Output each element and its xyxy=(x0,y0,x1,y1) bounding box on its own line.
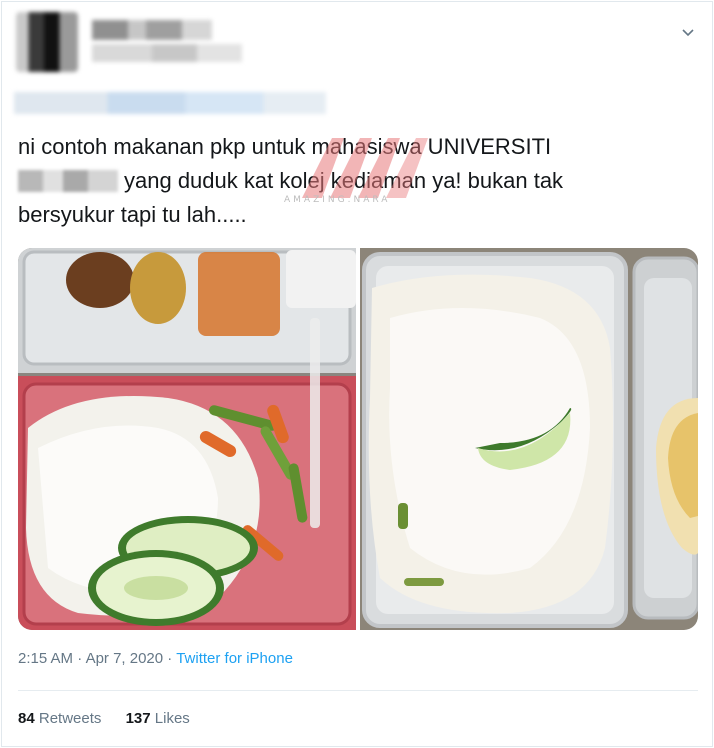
likes-count: 137 xyxy=(125,710,151,727)
tweet-text-line-1: ni contoh makanan pkp untuk mahasiswa UN… xyxy=(18,134,552,159)
watermark-text: AMAZING.NARA xyxy=(284,195,391,205)
tweet-text-line-2: yang duduk kat kolej kediaman ya! bukan … xyxy=(18,164,698,198)
food-tray-image xyxy=(18,248,356,630)
meta-separator: · xyxy=(77,650,83,667)
retweets-stat[interactable]: 84 Retweets xyxy=(18,710,101,727)
avatar[interactable] xyxy=(16,12,78,72)
tweet-time[interactable]: 2:15 AM xyxy=(18,650,73,667)
redacted-university-name xyxy=(18,170,118,192)
tweet-text-line-2-text: yang duduk kat kolej kediaman ya! bukan … xyxy=(124,168,564,193)
tweet-date[interactable]: Apr 7, 2020 xyxy=(86,650,164,667)
photo-right-rice-container[interactable] xyxy=(360,248,698,630)
tweet-source-link[interactable]: Twitter for iPhone xyxy=(176,650,293,667)
photo-left-food-tray[interactable] xyxy=(18,248,356,630)
tweet-meta: 2:15 AM · Apr 7, 2020 · Twitter for iPho… xyxy=(18,650,293,667)
likes-label: Likes xyxy=(154,710,190,727)
retweets-label: Retweets xyxy=(38,710,102,727)
retweets-count: 84 xyxy=(18,710,35,727)
likes-stat[interactable]: 137 Likes xyxy=(126,710,190,727)
tweet-photos xyxy=(18,248,698,630)
tweet-stats: 84 Retweets 137 Likes xyxy=(18,710,210,727)
divider xyxy=(18,690,698,691)
replying-to-redacted[interactable] xyxy=(14,92,326,114)
tweet-text: ni contoh makanan pkp untuk mahasiswa UN… xyxy=(18,130,698,232)
display-name-redacted[interactable] xyxy=(92,20,212,40)
rice-container-image xyxy=(360,248,698,630)
handle-redacted[interactable] xyxy=(92,44,242,62)
chevron-down-icon xyxy=(682,29,694,37)
meta-separator-2: · xyxy=(167,650,173,667)
tweet-menu-button[interactable] xyxy=(678,22,698,42)
